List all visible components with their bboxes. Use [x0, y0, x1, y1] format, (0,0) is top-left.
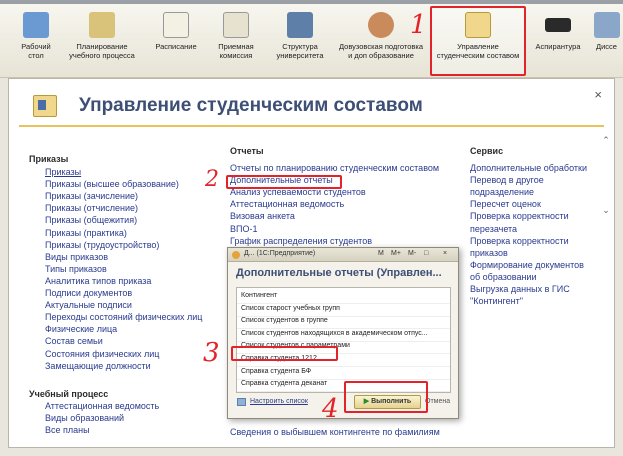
- reports-link-3[interactable]: Аттестационная ведомость: [230, 199, 344, 209]
- orders-link-1[interactable]: Приказы (высшее образование): [45, 179, 179, 189]
- panel-header: Управление студенческим составом ×: [19, 87, 604, 127]
- desktop-icon: [23, 12, 49, 38]
- page-title: Управление студенческим составом: [79, 95, 423, 116]
- toolbar-item-structure[interactable]: Структура университета: [264, 12, 336, 60]
- toolbar-item-planning[interactable]: Планирование учебного процесса: [66, 12, 138, 60]
- toolbar-item-admission[interactable]: Приемная комиссия: [200, 12, 272, 60]
- annotation-3: 3: [203, 338, 220, 368]
- configure-list-link[interactable]: Настроить список: [250, 398, 308, 405]
- memory-minus-button[interactable]: M-: [408, 250, 416, 257]
- toolbar-item-desktop[interactable]: Рабочий стол: [0, 12, 72, 60]
- orders-link-3[interactable]: Приказы (отчисление): [45, 203, 138, 213]
- calendar-icon: [163, 12, 189, 38]
- person-icon: [368, 12, 394, 38]
- reports-link-6[interactable]: График распределения студентов: [230, 236, 372, 246]
- orders-link-2[interactable]: Приказы (зачисление): [45, 191, 138, 201]
- report-list-item[interactable]: Список старост учебных групп: [241, 305, 340, 312]
- orders-link-11[interactable]: Актуальные подписи: [45, 300, 132, 310]
- study-process-link-1[interactable]: Виды образований: [45, 413, 124, 423]
- orders-header: Приказы: [29, 154, 69, 164]
- scroll-up-icon[interactable]: ⌃: [601, 135, 611, 146]
- reports-link-4[interactable]: Визовая анкета: [230, 211, 295, 221]
- report-list-item[interactable]: Список студентов в группе: [241, 317, 328, 324]
- top-toolbar: Рабочий стол Планирование учебного проце…: [0, 0, 623, 78]
- students-icon: [33, 95, 57, 117]
- report-list-item[interactable]: Справка студента деканат: [241, 380, 327, 387]
- annotation-1: 1: [410, 10, 427, 40]
- service-link-5[interactable]: перезачета: [470, 224, 517, 234]
- service-link-8[interactable]: Формирование документов: [470, 260, 584, 270]
- study-process-header: Учебный процесс: [29, 389, 109, 399]
- orders-link-5[interactable]: Приказы (практика): [45, 228, 127, 238]
- service-link-9[interactable]: об образовании: [470, 272, 536, 282]
- service-link-11[interactable]: "Контингент": [470, 296, 523, 306]
- orders-link-14[interactable]: Состав семьи: [45, 336, 103, 346]
- memory-button[interactable]: M: [378, 250, 384, 257]
- orders-link-16[interactable]: Замещающие должности: [45, 361, 151, 371]
- reports-link-5[interactable]: ВПО-1: [230, 224, 257, 234]
- service-link-4[interactable]: Проверка корректности: [470, 211, 569, 221]
- report-list-item[interactable]: Контингент: [241, 292, 277, 299]
- structure-icon: [287, 12, 313, 38]
- settings-icon: [237, 398, 246, 406]
- planning-icon: [89, 12, 115, 38]
- dialog-title: Дополнительные отчеты (Управлен...: [236, 267, 442, 279]
- toolbar-item-student-management[interactable]: Управление студенческим составом: [432, 12, 524, 60]
- service-link-3[interactable]: Пересчет оценок: [470, 199, 541, 209]
- service-link-10[interactable]: Выгрузка данных в ГИС: [470, 284, 570, 294]
- admission-icon: [223, 12, 249, 38]
- orders-link-0[interactable]: Приказы: [45, 167, 81, 177]
- additional-reports-dialog: Д... (1С:Предприятие) M M+ M- □ × Дополн…: [227, 247, 459, 419]
- study-process-link-0[interactable]: Аттестационная ведомость: [45, 401, 159, 411]
- report-list-item[interactable]: Справка студента БФ: [241, 368, 311, 375]
- maximize-icon[interactable]: □: [424, 250, 428, 257]
- memory-plus-button[interactable]: M+: [391, 250, 401, 257]
- service-link-1[interactable]: Перевод в другое: [470, 175, 544, 185]
- orders-link-7[interactable]: Виды приказов: [45, 252, 108, 262]
- orders-link-15[interactable]: Состояния физических лиц: [45, 349, 159, 359]
- toolbar-item-dissertation[interactable]: Диссе: [590, 12, 623, 51]
- reports-link-0[interactable]: Отчеты по планированию студенческим сост…: [230, 163, 439, 173]
- highlight-additional-reports: [226, 175, 342, 189]
- annotation-4: 4: [322, 394, 339, 424]
- close-icon[interactable]: ×: [594, 87, 602, 102]
- graduate-cap-icon: [545, 18, 571, 32]
- toolbar-item-postgraduate[interactable]: Аспирантура: [522, 12, 594, 51]
- annotation-2: 2: [205, 167, 219, 192]
- service-link-2[interactable]: подразделение: [470, 187, 534, 197]
- orders-link-4[interactable]: Приказы (общежития): [45, 215, 137, 225]
- study-process-link-2[interactable]: Все планы: [45, 425, 90, 435]
- orders-link-12[interactable]: Переходы состояний физических лиц: [45, 312, 202, 322]
- report-list-item[interactable]: Список студентов находящихся в академиче…: [241, 330, 428, 337]
- orders-link-6[interactable]: Приказы (трудоустройство): [45, 240, 159, 250]
- service-link-0[interactable]: Дополнительные обработки: [470, 163, 587, 173]
- students-icon: [465, 12, 491, 38]
- orders-link-9[interactable]: Аналитика типов приказа: [45, 276, 151, 286]
- close-icon[interactable]: ×: [443, 250, 447, 257]
- highlight-student-certificate: [231, 346, 338, 361]
- dissertation-icon: [593, 12, 620, 38]
- dialog-titlebar-text: Д... (1С:Предприятие): [244, 250, 316, 257]
- orders-link-13[interactable]: Физические лица: [45, 324, 117, 334]
- dialog-titlebar: Д... (1С:Предприятие) M M+ M- □ ×: [228, 248, 458, 262]
- highlight-run-button: [344, 381, 428, 413]
- reports-header: Отчеты: [230, 146, 264, 156]
- cancel-button[interactable]: Отмена: [425, 398, 450, 405]
- orders-link-10[interactable]: Подписи документов: [45, 288, 132, 298]
- scroll-down-icon[interactable]: ⌄: [601, 205, 611, 216]
- window-top-strip: [0, 0, 623, 4]
- service-link-6[interactable]: Проверка корректности: [470, 236, 569, 246]
- link-dropped-out-report[interactable]: Сведения о выбывшем контингенте по фамил…: [230, 427, 440, 437]
- scrollbar[interactable]: ⌃ ⌄: [601, 129, 611, 429]
- service-link-7[interactable]: приказов: [470, 248, 508, 258]
- orders-link-8[interactable]: Типы приказов: [45, 264, 107, 274]
- service-header: Сервис: [470, 146, 504, 156]
- reports-list[interactable]: Контингент Список старост учебных групп Сп…: [236, 287, 451, 393]
- app-logo-icon: [232, 251, 240, 259]
